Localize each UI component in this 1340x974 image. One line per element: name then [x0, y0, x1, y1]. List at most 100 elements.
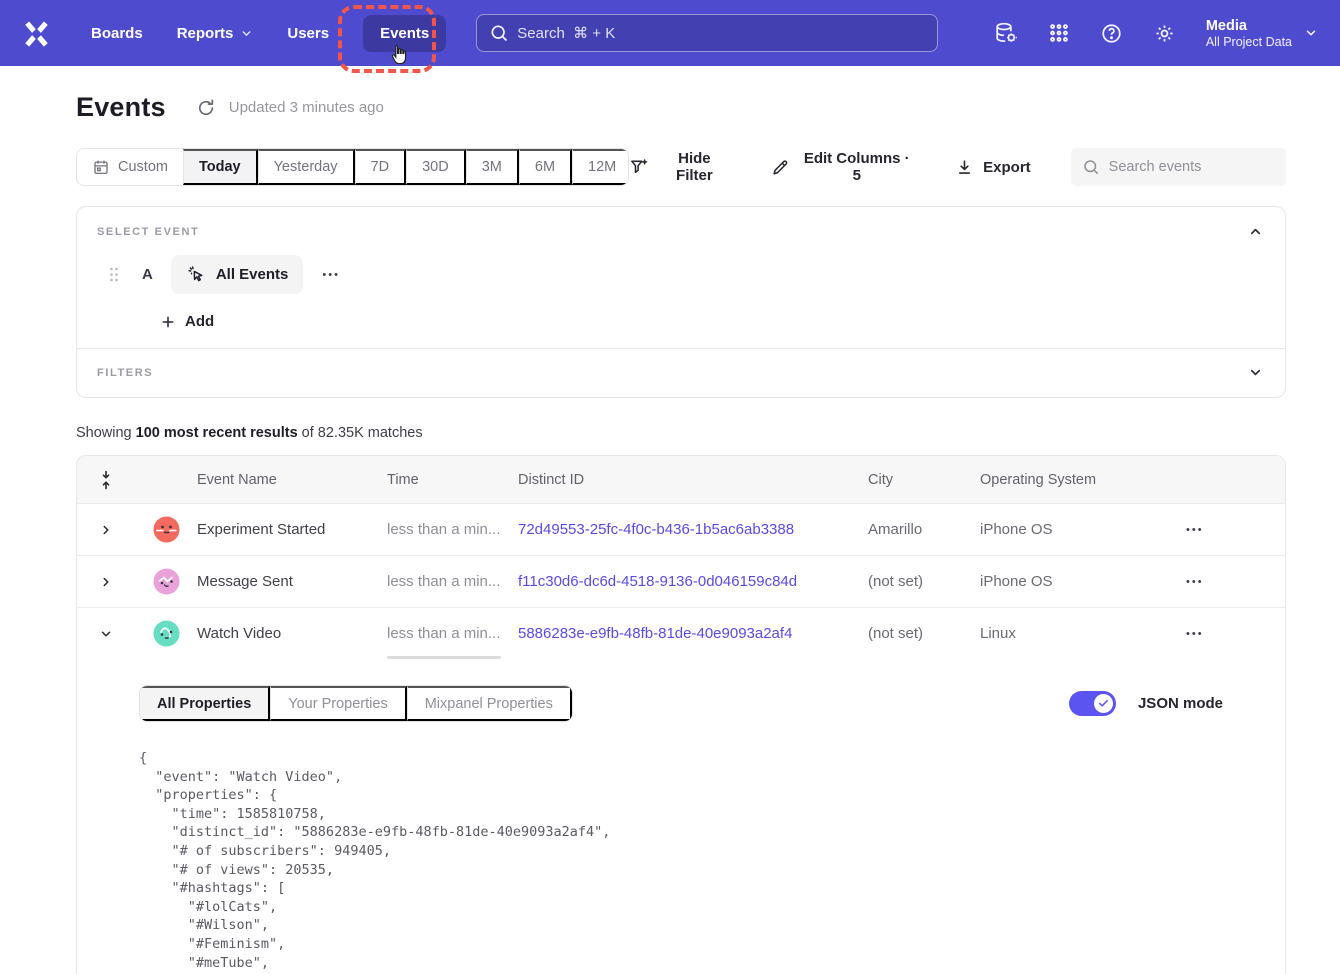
hide-filter-label: Hide Filter	[658, 150, 730, 184]
results-summary-prefix: Showing	[76, 425, 136, 441]
edit-columns-button[interactable]: Edit Columns · 5	[771, 150, 916, 184]
column-header-city[interactable]: City	[868, 472, 980, 488]
chevron-right-icon	[99, 523, 113, 537]
select-event-label: SELECT EVENT	[97, 226, 199, 238]
plus-icon	[160, 314, 176, 330]
updated-timestamp: Updated 3 minutes ago	[229, 99, 384, 116]
nav-item-users[interactable]: Users	[287, 25, 329, 42]
row-more-options-button[interactable]: •••	[1186, 524, 1204, 536]
json-mode-label: JSON mode	[1138, 695, 1223, 712]
nav-item-events[interactable]: Events	[363, 15, 446, 52]
date-range-12m[interactable]: 12M	[572, 149, 629, 185]
collapse-select-event-button[interactable]	[1246, 222, 1265, 241]
data-management-icon[interactable]	[994, 21, 1018, 45]
date-range-custom-label: Custom	[118, 159, 168, 175]
sort-expand-icon	[99, 469, 113, 491]
chevron-up-icon	[1248, 224, 1263, 239]
event-name[interactable]: Message Sent	[197, 573, 387, 590]
column-header-time[interactable]: Time	[387, 472, 518, 488]
export-button[interactable]: Export	[955, 158, 1031, 177]
chevron-down-icon	[99, 627, 113, 641]
hide-filter-button[interactable]: Hide Filter	[629, 150, 730, 184]
event-selector-chip[interactable]: All Events	[171, 255, 304, 294]
distinct-id-link[interactable]: 5886283e-e9fb-48fb-81de-40e9093a2af4	[518, 625, 868, 642]
event-json-code: { "event": "Watch Video", "properties": …	[139, 749, 1223, 974]
event-name[interactable]: Watch Video	[197, 625, 387, 642]
expand-row-button[interactable]	[77, 523, 135, 537]
toggle-check-icon	[1094, 694, 1113, 713]
main-content: Events Updated 3 minutes ago Custom Toda…	[0, 66, 1340, 974]
collapse-row-button[interactable]	[77, 627, 135, 641]
event-more-options-button[interactable]: •••	[322, 269, 340, 281]
search-icon	[1082, 158, 1100, 176]
event-avatar	[135, 516, 197, 543]
chevron-down-icon	[240, 27, 253, 40]
filters-label: FILTERS	[97, 367, 153, 379]
settings-gear-icon[interactable]	[1153, 22, 1176, 45]
add-event-button[interactable]: Add	[160, 313, 214, 330]
chevron-right-icon	[99, 575, 113, 589]
event-city: (not set)	[868, 573, 980, 590]
nav-item-boards[interactable]: Boards	[91, 25, 143, 42]
row-more-options-button[interactable]: •••	[1186, 576, 1204, 588]
nav-item-reports[interactable]: Reports	[177, 25, 254, 42]
query-builder-card: SELECT EVENT A All Events	[76, 206, 1286, 398]
event-os: Linux	[980, 625, 1160, 642]
global-search-input[interactable]	[476, 14, 938, 52]
primary-nav: Boards Reports Users Events	[91, 15, 446, 52]
refresh-icon[interactable]	[196, 98, 216, 118]
search-icon	[489, 23, 509, 43]
json-mode-toggle[interactable]	[1069, 691, 1116, 716]
collapse-all-rows-button[interactable]	[77, 469, 135, 491]
tab-all-properties[interactable]: All Properties	[140, 686, 270, 721]
search-events-input[interactable]	[1071, 148, 1286, 186]
table-header-row: Event Name Time Distinct ID City Operati…	[77, 456, 1285, 503]
event-time: less than a min...	[387, 573, 518, 590]
mixpanel-logo-icon[interactable]	[22, 19, 51, 48]
page-title: Events	[76, 92, 166, 123]
apps-grid-icon[interactable]	[1048, 22, 1070, 44]
column-header-distinct-id[interactable]: Distinct ID	[518, 472, 868, 488]
date-range-6m[interactable]: 6M	[519, 149, 572, 185]
drag-handle-icon[interactable]	[108, 266, 120, 283]
distinct-id-link[interactable]: f11c30d6-dc6d-4518-9136-0d046159c84d	[518, 573, 868, 590]
column-header-os[interactable]: Operating System	[980, 472, 1160, 488]
event-name[interactable]: Experiment Started	[197, 521, 387, 538]
date-range-3m[interactable]: 3M	[466, 149, 519, 185]
clause-letter: A	[142, 266, 153, 283]
event-city: (not set)	[868, 625, 980, 642]
row-more-options-button[interactable]: •••	[1186, 628, 1204, 640]
event-avatar	[135, 568, 197, 595]
column-header-event-name[interactable]: Event Name	[197, 472, 387, 488]
help-icon[interactable]	[1100, 22, 1123, 45]
horizontal-scrollbar-thumb[interactable]	[387, 656, 501, 659]
tab-your-properties[interactable]: Your Properties	[270, 686, 406, 721]
table-row: Message Sent less than a min... f11c30d6…	[77, 555, 1285, 607]
event-sparkle-cursor-icon	[186, 264, 207, 285]
date-range-7d[interactable]: 7D	[355, 149, 407, 185]
date-range-30d[interactable]: 30D	[406, 149, 466, 185]
calendar-icon	[92, 158, 110, 176]
table-row-expanded: Watch Video less than a min... 5886283e-…	[77, 607, 1285, 659]
project-switcher[interactable]: Media All Project Data	[1206, 17, 1318, 50]
date-range-yesterday[interactable]: Yesterday	[258, 149, 355, 185]
event-city: Amarillo	[868, 521, 980, 538]
search-events	[1071, 148, 1286, 186]
tab-mixpanel-properties[interactable]: Mixpanel Properties	[407, 686, 572, 721]
date-range-custom[interactable]: Custom	[77, 149, 183, 185]
edit-columns-label: Edit Columns · 5	[798, 150, 915, 184]
event-time: less than a min...	[387, 521, 518, 538]
event-selector-label: All Events	[216, 266, 289, 283]
event-os: iPhone OS	[980, 573, 1160, 590]
event-time: less than a min...	[387, 625, 518, 642]
distinct-id-link[interactable]: 72d49553-25fc-4f0c-b436-1b5ac6ab3388	[518, 521, 868, 538]
pencil-icon	[771, 158, 790, 177]
expand-row-button[interactable]	[77, 575, 135, 589]
event-os: iPhone OS	[980, 521, 1160, 538]
date-range-today[interactable]: Today	[183, 149, 258, 185]
events-table: Event Name Time Distinct ID City Operati…	[76, 455, 1286, 974]
global-search	[476, 14, 938, 52]
top-navigation: Boards Reports Users Events	[0, 0, 1340, 66]
expand-filters-button[interactable]	[1246, 363, 1265, 382]
project-scope: All Project Data	[1206, 35, 1292, 49]
